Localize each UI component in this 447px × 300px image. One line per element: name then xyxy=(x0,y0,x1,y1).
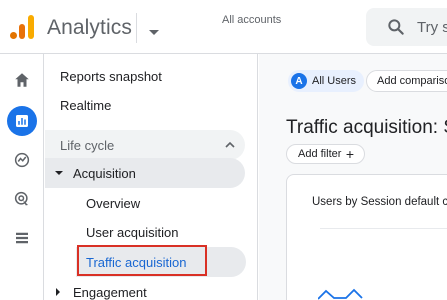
search-input[interactable]: Try s xyxy=(366,8,447,46)
caret-down-icon xyxy=(55,171,63,175)
segment-avatar-icon: A xyxy=(291,73,307,89)
add-filter-button[interactable]: Add filter + xyxy=(286,144,365,164)
section-label: Life cycle xyxy=(60,138,115,153)
add-filter-label: Add filter xyxy=(298,148,342,160)
chevron-up-icon xyxy=(225,141,235,148)
report-card xyxy=(286,174,447,300)
nav-section-life-cycle[interactable]: Life cycle xyxy=(45,130,245,160)
nav-overview[interactable]: Overview xyxy=(86,188,286,218)
top-bar: Analytics All accounts Try s xyxy=(0,0,447,54)
nav-user-acquisition[interactable]: User acquisition xyxy=(86,217,286,247)
card-chart-line xyxy=(318,288,363,300)
home-icon xyxy=(15,73,29,87)
card-title: Users by Session default c xyxy=(312,196,447,208)
search-placeholder: Try s xyxy=(417,19,447,36)
explore-icon xyxy=(14,152,30,168)
advertising-icon xyxy=(14,191,28,206)
nav-acquisition[interactable]: Acquisition xyxy=(45,158,245,188)
analytics-logo-icon[interactable] xyxy=(10,15,36,39)
reports-icon xyxy=(16,115,28,127)
segment-chip-all-users[interactable]: A All Users xyxy=(288,70,365,92)
search-icon xyxy=(388,19,404,35)
rail-configure[interactable] xyxy=(7,223,37,253)
account-dropdown-caret-icon[interactable] xyxy=(149,30,159,35)
nav-engagement[interactable]: Engagement xyxy=(73,277,273,300)
configure-icon xyxy=(16,232,28,244)
header-divider xyxy=(136,13,137,43)
nav-reports-snapshot[interactable]: Reports snapshot xyxy=(60,61,260,91)
nav-acquisition-label: Acquisition xyxy=(73,166,136,181)
highlight-box xyxy=(77,245,207,276)
card-divider xyxy=(320,228,447,229)
rail-advertising[interactable] xyxy=(7,184,37,214)
account-selector[interactable]: All accounts xyxy=(222,14,281,26)
rail-home[interactable] xyxy=(7,65,37,95)
caret-right-icon xyxy=(56,288,60,296)
plus-icon: + xyxy=(345,146,354,162)
app-title: Analytics xyxy=(47,16,132,39)
left-rail xyxy=(0,54,44,300)
add-comparison-button[interactable]: Add comparison xyxy=(366,70,447,92)
page-title: Traffic acquisition: S xyxy=(286,117,447,138)
rail-reports[interactable] xyxy=(7,106,37,136)
segment-label: All Users xyxy=(312,75,357,87)
rail-explore[interactable] xyxy=(7,145,37,175)
nav-realtime[interactable]: Realtime xyxy=(60,90,260,120)
